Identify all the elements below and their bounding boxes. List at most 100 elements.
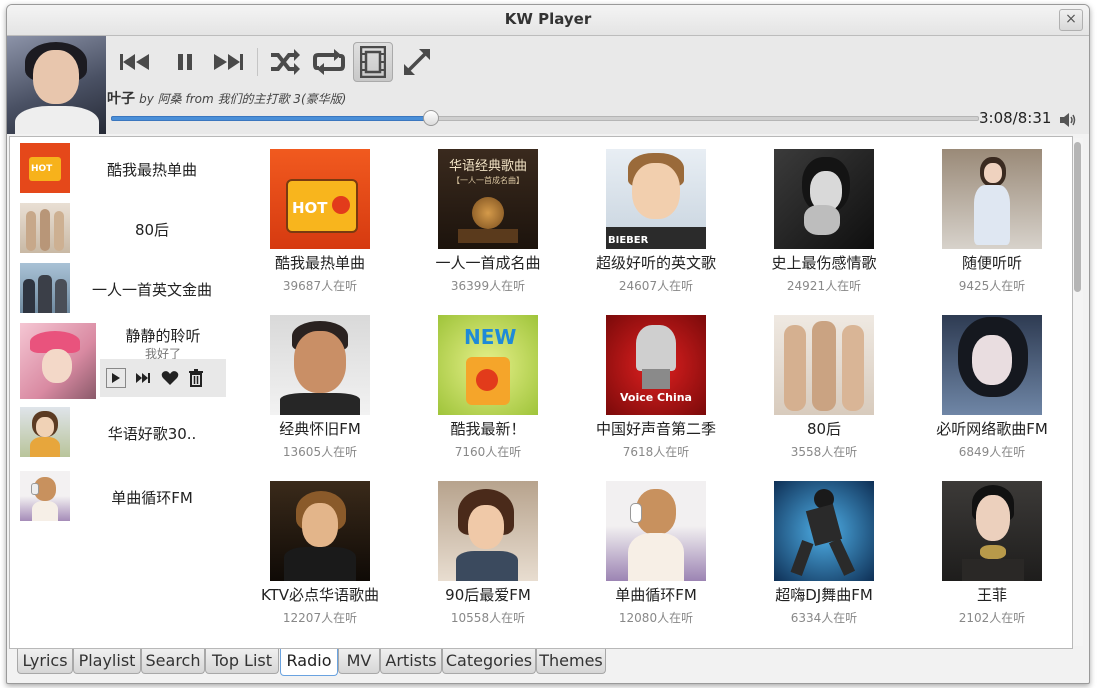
- station-name: 随便听听: [961, 254, 1022, 272]
- station-thumbnail: [20, 407, 70, 457]
- station-name: 必听网络歌曲FM: [936, 420, 1048, 438]
- pause-button[interactable]: [165, 42, 205, 82]
- vertical-scrollbar[interactable]: [1073, 138, 1083, 646]
- station-name: 史上最伤感情歌: [771, 254, 877, 272]
- repeat-button[interactable]: [309, 42, 349, 82]
- station-name: 经典怀旧FM: [279, 420, 361, 438]
- now-playing-info: 叶子 by 阿桑 from 我们的主打歌 3(豪华版): [107, 88, 346, 108]
- fullscreen-button[interactable]: [397, 42, 437, 82]
- station-cover: Voice China: [606, 315, 706, 415]
- station-card[interactable]: Voice China 中国好声音第二季 7618人在听: [572, 303, 740, 463]
- listener-count: 6334人在听: [790, 611, 858, 625]
- tab-mv[interactable]: MV: [338, 649, 380, 674]
- time-display: 3:08/8:31: [979, 109, 1052, 127]
- station-cover: HOT: [270, 149, 370, 249]
- next-icon: [136, 373, 150, 383]
- seek-bar[interactable]: [111, 110, 979, 126]
- track-meta: by 阿桑 from 我们的主打歌 3(豪华版): [139, 92, 347, 106]
- sidebar-item-label: 静静的聆听: [125, 327, 201, 345]
- station-card[interactable]: 必听网络歌曲FM 6849人在听: [908, 303, 1076, 463]
- station-cover: [942, 481, 1042, 581]
- toolbar-separator: [257, 48, 258, 76]
- station-card[interactable]: 华语经典歌曲 【一人一首成名曲】 一人一首成名曲 36399人在听: [404, 137, 572, 297]
- station-card[interactable]: BIEBER 超级好听的英文歌 24607人在听: [572, 137, 740, 297]
- station-card[interactable]: KTV必点华语歌曲 12207人在听: [236, 469, 404, 629]
- station-cover: [270, 315, 370, 415]
- station-card[interactable]: 80后 3558人在听: [740, 303, 908, 463]
- sidebar-item-label: 酷我最热单曲: [106, 161, 197, 179]
- station-name: 王菲: [976, 586, 1007, 604]
- previous-button[interactable]: [115, 42, 155, 82]
- tab-radio[interactable]: Radio: [280, 649, 338, 676]
- station-cover: NEW: [438, 315, 538, 415]
- sidebar-item-label: 一人一首英文金曲: [91, 281, 212, 299]
- shuffle-icon: [271, 49, 300, 75]
- player-window: KW Player × 叶子 by 阿桑 from 我们的主打歌 3(豪华版) …: [6, 4, 1090, 684]
- tab-themes[interactable]: Themes: [536, 649, 606, 674]
- station-name: 酷我最热单曲: [274, 254, 365, 272]
- tab-artists[interactable]: Artists: [380, 649, 442, 674]
- listener-count: 2102人在听: [958, 611, 1026, 625]
- sidebar-item[interactable]: 单曲循环FM: [20, 471, 226, 527]
- station-name: 80后: [806, 420, 842, 438]
- station-card[interactable]: HOT 酷我最热单曲 39687人在听: [236, 137, 404, 297]
- listener-count: 13605人在听: [282, 445, 358, 459]
- scrollbar-thumb[interactable]: [1074, 142, 1081, 292]
- station-card[interactable]: 随便听听 9425人在听: [908, 137, 1076, 297]
- sidebar-item[interactable]: 80后: [20, 203, 226, 259]
- next-button[interactable]: [209, 42, 249, 82]
- delete-station-button[interactable]: [186, 368, 206, 388]
- previous-icon: [120, 54, 149, 70]
- volume-button[interactable]: [1059, 112, 1077, 128]
- play-icon: [112, 373, 120, 383]
- listener-count: 12080人在听: [618, 611, 694, 625]
- shuffle-button[interactable]: [265, 42, 305, 82]
- station-thumbnail: [20, 203, 70, 253]
- video-toggle-button[interactable]: [353, 42, 393, 82]
- fullscreen-icon: [404, 49, 430, 75]
- listener-count: 10558人在听: [450, 611, 526, 625]
- station-card[interactable]: 单曲循环FM 12080人在听: [572, 469, 740, 629]
- tab-top-list[interactable]: Top List: [205, 649, 279, 674]
- tab-playlist[interactable]: Playlist: [73, 649, 141, 674]
- station-card[interactable]: 史上最伤感情歌 24921人在听: [740, 137, 908, 297]
- station-card[interactable]: 90后最爱FM 10558人在听: [404, 469, 572, 629]
- station-card[interactable]: 经典怀旧FM 13605人在听: [236, 303, 404, 463]
- seek-handle[interactable]: [423, 110, 439, 126]
- sidebar-item-label: 单曲循环FM: [111, 489, 193, 507]
- volume-icon: [1060, 113, 1076, 127]
- title-bar[interactable]: KW Player ×: [7, 5, 1089, 36]
- sidebar-item[interactable]: 一人一首英文金曲: [20, 263, 226, 319]
- tab-lyrics[interactable]: Lyrics: [17, 649, 73, 674]
- station-cover: [606, 481, 706, 581]
- station-thumbnail: [20, 263, 70, 313]
- sidebar-item-expanded[interactable]: 静静的聆听 我好了: [20, 323, 226, 403]
- station-cover: 华语经典歌曲 【一人一首成名曲】: [438, 149, 538, 249]
- station-cover: [774, 481, 874, 581]
- video-icon: [360, 46, 386, 78]
- skip-station-button[interactable]: [134, 368, 154, 388]
- station-name: 一人一首成名曲: [435, 254, 541, 272]
- station-card[interactable]: 王菲 2102人在听: [908, 469, 1076, 629]
- listener-count: 7160人在听: [454, 445, 522, 459]
- station-name: 超嗨DJ舞曲FM: [775, 586, 873, 604]
- sidebar-item[interactable]: HOT 酷我最热单曲: [20, 143, 226, 199]
- station-name: 90后最爱FM: [445, 586, 531, 604]
- play-station-button[interactable]: [106, 368, 126, 388]
- tab-search[interactable]: Search: [141, 649, 205, 674]
- close-button[interactable]: ×: [1059, 9, 1083, 31]
- station-card[interactable]: NEW 酷我最新！ 7160人在听: [404, 303, 572, 463]
- station-thumbnail: [20, 471, 70, 521]
- repeat-icon: [313, 49, 345, 75]
- station-name: KTV必点华语歌曲: [260, 586, 380, 604]
- tab-categories[interactable]: Categories: [442, 649, 536, 674]
- station-name: 单曲循环FM: [615, 586, 697, 604]
- station-cover: [774, 315, 874, 415]
- sidebar-item[interactable]: 华语好歌30..: [20, 407, 226, 463]
- station-card[interactable]: 超嗨DJ舞曲FM 6334人在听: [740, 469, 908, 629]
- track-title: 叶子: [107, 91, 135, 107]
- favorite-station-button[interactable]: [160, 368, 180, 388]
- radio-panel: HOT 酷我最热单曲 80后 一人一首英文金曲 静静的聆听 我好了 华语好歌30…: [9, 136, 1073, 649]
- listener-count: 24607人在听: [618, 279, 694, 293]
- station-name: 中国好声音第二季: [595, 420, 716, 438]
